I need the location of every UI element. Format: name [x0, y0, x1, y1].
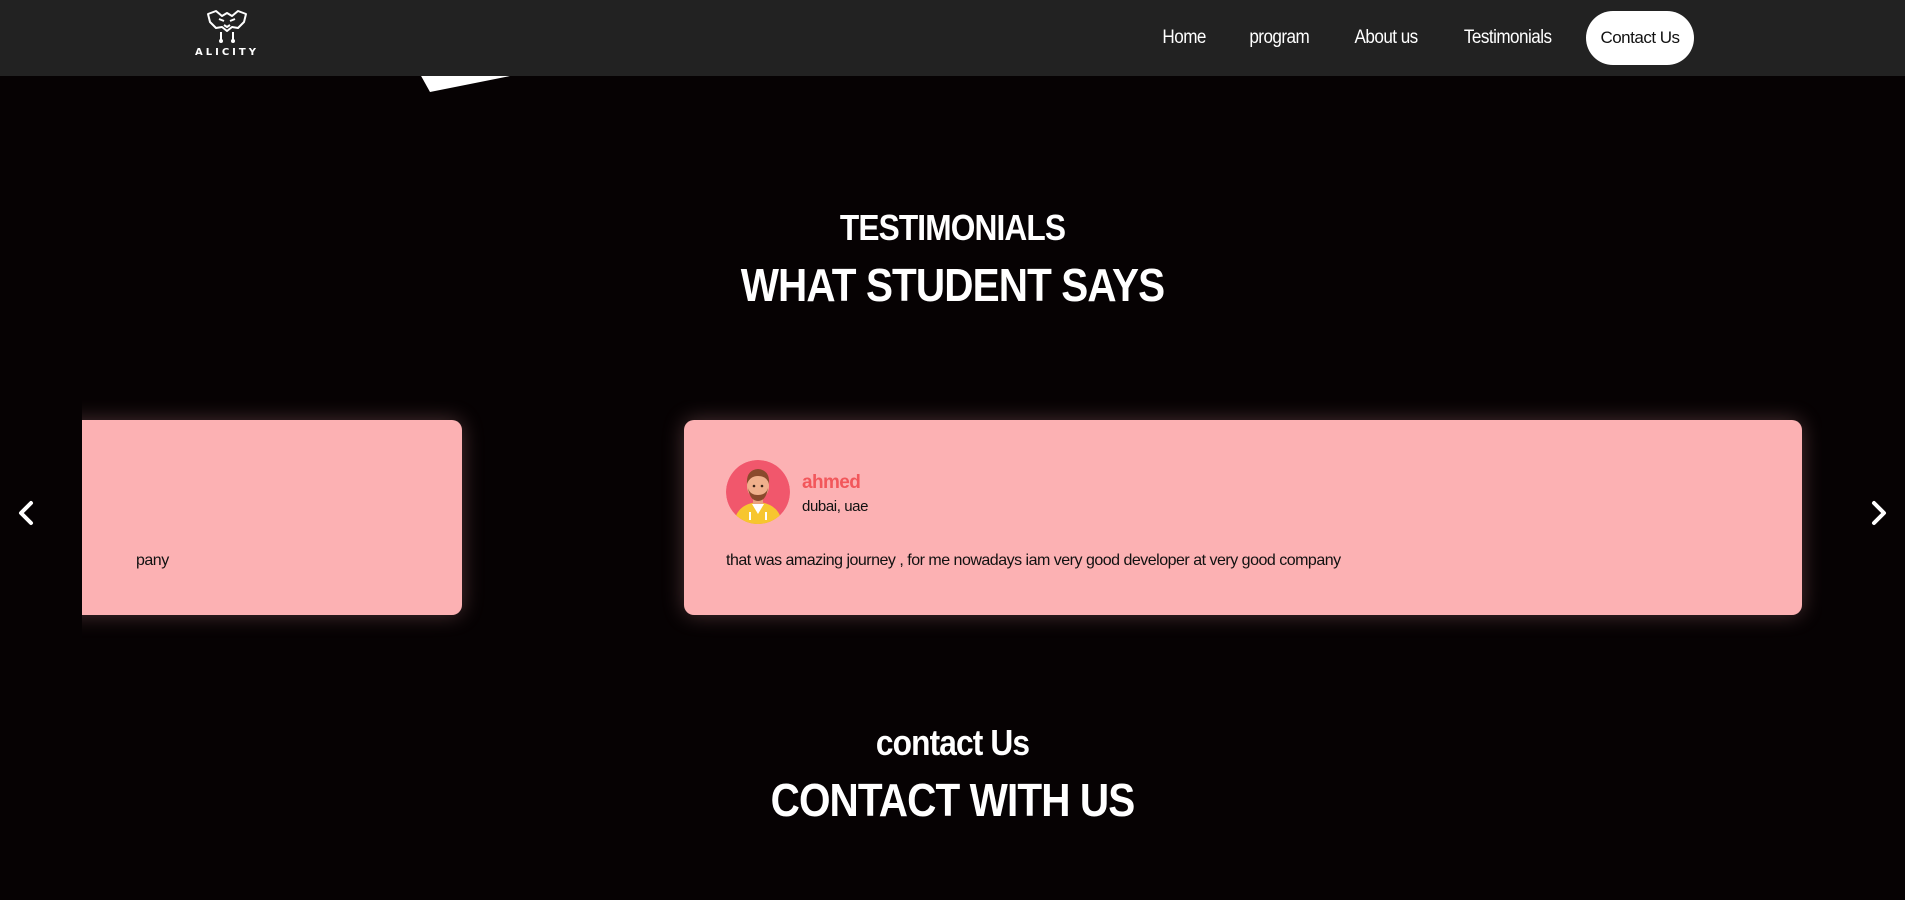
contact-title: CONTACT WITH US — [770, 774, 1136, 826]
nav-testimonials[interactable]: Testimonials — [1464, 27, 1552, 49]
testimonial-quote: pany — [136, 552, 169, 569]
site-header: ALICITY Home program About us Testimonia… — [0, 0, 1905, 76]
carousel-prev-icon — [19, 501, 33, 525]
testimonials-carousel[interactable]: pany ahmed dubai, uae that was amazing j… — [82, 400, 1822, 660]
main-navigation: Home program About us Testimonials — [1160, 0, 1594, 76]
contact-us-button[interactable]: Contact Us — [1586, 11, 1694, 65]
male-student-avatar-icon — [726, 460, 790, 524]
chevron-left-icon[interactable] — [12, 500, 40, 532]
chevron-right-icon[interactable] — [1865, 500, 1893, 532]
nav-home[interactable]: Home — [1162, 27, 1206, 49]
testimonial-quote: that was amazing journey , for me nowada… — [726, 552, 1341, 569]
carousel-next-icon — [1872, 501, 1886, 525]
nav-program[interactable]: program — [1250, 27, 1310, 49]
nav-about-us[interactable]: About us — [1354, 27, 1418, 49]
logo-wordmark: ALICITY — [195, 47, 259, 58]
testimonial-card: pany — [82, 420, 462, 615]
contact-eyebrow: contact Us — [875, 722, 1030, 763]
testimonial-author-location: dubai, uae — [802, 498, 869, 515]
testimonial-author-name: ahmed — [802, 472, 861, 493]
testimonial-card: ahmed dubai, uae that was amazing journe… — [684, 420, 1802, 615]
testimonials-eyebrow: TESTIMONIALS — [839, 207, 1066, 248]
hero-decoration-shard — [420, 74, 520, 92]
lion-logo-icon — [207, 10, 247, 43]
testimonials-title: WHAT STUDENT SAYS — [740, 259, 1165, 311]
alicity-logo[interactable]: ALICITY — [194, 8, 260, 66]
